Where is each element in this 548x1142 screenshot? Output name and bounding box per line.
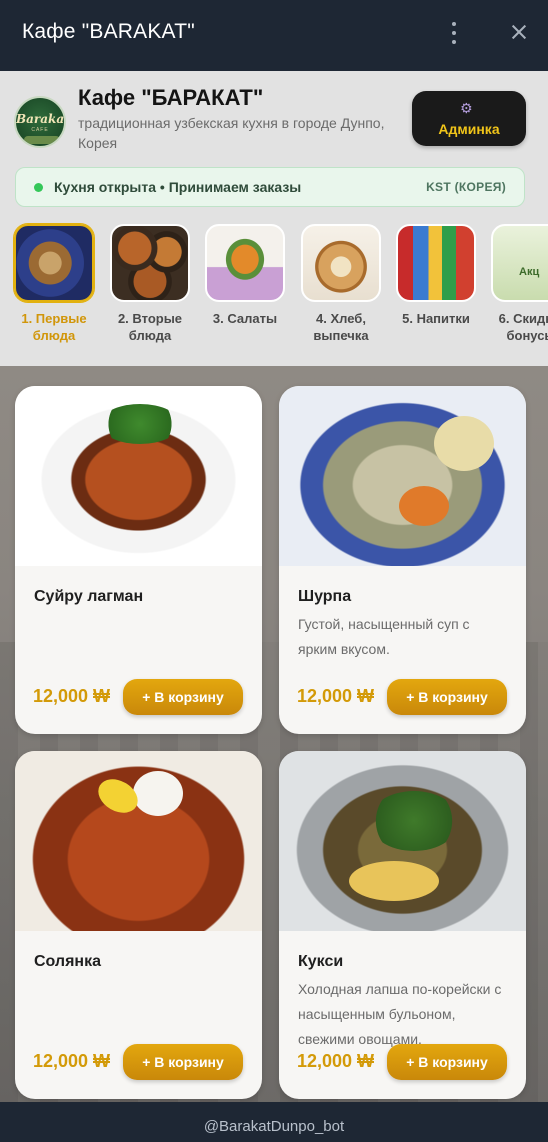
cafe-header: Barakat CAFE Кафе "БАРАКАТ" традиционная… xyxy=(0,71,548,366)
category-salads[interactable]: 3. Салаты xyxy=(203,222,287,352)
more-options-icon[interactable] xyxy=(444,18,464,48)
lagman-image xyxy=(15,386,262,566)
product-price: 12,000 ₩ xyxy=(297,686,375,706)
category-discounts[interactable]: Акц 6. Скидки, бонусы xyxy=(489,222,548,352)
product-card[interactable]: Шурпа Густой, насыщенный суп с ярким вку… xyxy=(279,386,526,734)
timezone-label: KST (КОРЕЯ) xyxy=(426,180,506,194)
category-label: 4. Хлеб, выпечка xyxy=(313,311,369,343)
status-indicator-icon xyxy=(34,183,43,192)
category-main-courses[interactable]: 2. Вторые блюда xyxy=(108,222,192,352)
category-bread-pastry[interactable]: 4. Хлеб, выпечка xyxy=(299,222,383,352)
product-card[interactable]: Солянка 12,000 ₩ + В корзину xyxy=(15,751,262,1099)
product-name: Солянка xyxy=(34,953,101,970)
category-label: 2. Вторые блюда xyxy=(117,311,183,343)
soup-image xyxy=(14,224,94,302)
category-label: 3. Салаты xyxy=(212,311,278,326)
product-name: Шурпа xyxy=(298,588,352,605)
promo-image: Акц xyxy=(491,224,548,302)
admin-button-label: Админка xyxy=(438,121,500,137)
category-label: 1. Первые блюда xyxy=(21,311,87,343)
product-card[interactable]: Суйру лагман 12,000 ₩ + В корзину xyxy=(15,386,262,734)
add-to-cart-button[interactable]: + В корзину xyxy=(123,1044,243,1080)
close-icon[interactable] xyxy=(504,15,534,47)
kuksi-image xyxy=(279,751,526,931)
product-price: 12,000 ₩ xyxy=(33,1051,111,1071)
gear-icon: ⚙ xyxy=(460,100,473,116)
add-to-cart-button[interactable]: + В корзину xyxy=(387,679,507,715)
kitchen-status-banner: Кухня открыта • Принимаем заказы KST (КО… xyxy=(15,167,525,207)
cafe-title: Кафе "БАРАКАТ" xyxy=(78,85,264,110)
plov-image xyxy=(110,224,190,302)
add-to-cart-button[interactable]: + В корзину xyxy=(123,679,243,715)
bot-footer: @BarakatDunpo_bot xyxy=(0,1102,548,1142)
logo-text: Barakat xyxy=(16,112,66,126)
window-titlebar: Кафе "BARAKAT" xyxy=(0,0,548,71)
drinks-image xyxy=(396,224,476,302)
admin-button[interactable]: ⚙ Админка xyxy=(412,91,526,146)
product-name: Кукси xyxy=(298,953,344,970)
category-label: 6. Скидки, бонусы xyxy=(498,311,548,343)
product-name: Суйру лагман xyxy=(34,588,144,605)
add-to-cart-button[interactable]: + В корзину xyxy=(387,1044,507,1080)
product-description: Густой, насыщенный суп с ярким вкусом. xyxy=(298,616,470,657)
product-description: Холодная лапша по-корейски с насыщенным … xyxy=(298,981,502,1047)
category-drinks[interactable]: 5. Напитки xyxy=(394,222,478,352)
promo-thumb-text: Акц xyxy=(519,266,540,278)
salad-image xyxy=(205,224,285,302)
product-grid: Суйру лагман 12,000 ₩ + В корзину Шурпа … xyxy=(0,366,548,1102)
cafe-logo: Barakat CAFE xyxy=(14,96,66,148)
cafe-subtitle: традиционная узбекская кухня в городе Ду… xyxy=(78,115,385,151)
solyanka-image xyxy=(15,751,262,931)
shurpa-image xyxy=(279,386,526,566)
bread-image xyxy=(301,224,381,302)
category-carousel: 1. Первые блюда 2. Вторые блюда 3. Салат… xyxy=(0,222,548,352)
logo-subtext: CAFE xyxy=(31,127,49,133)
bot-handle[interactable]: @BarakatDunpo_bot xyxy=(204,1118,344,1135)
status-text: Кухня открыта • Принимаем заказы xyxy=(54,179,302,195)
category-label: 5. Напитки xyxy=(402,311,470,326)
window-title: Кафе "BARAKAT" xyxy=(22,20,195,43)
category-first-courses[interactable]: 1. Первые блюда xyxy=(12,222,96,352)
product-price: 12,000 ₩ xyxy=(33,686,111,706)
product-price: 12,000 ₩ xyxy=(297,1051,375,1071)
product-card[interactable]: Кукси Холодная лапша по-корейски с насыщ… xyxy=(279,751,526,1099)
